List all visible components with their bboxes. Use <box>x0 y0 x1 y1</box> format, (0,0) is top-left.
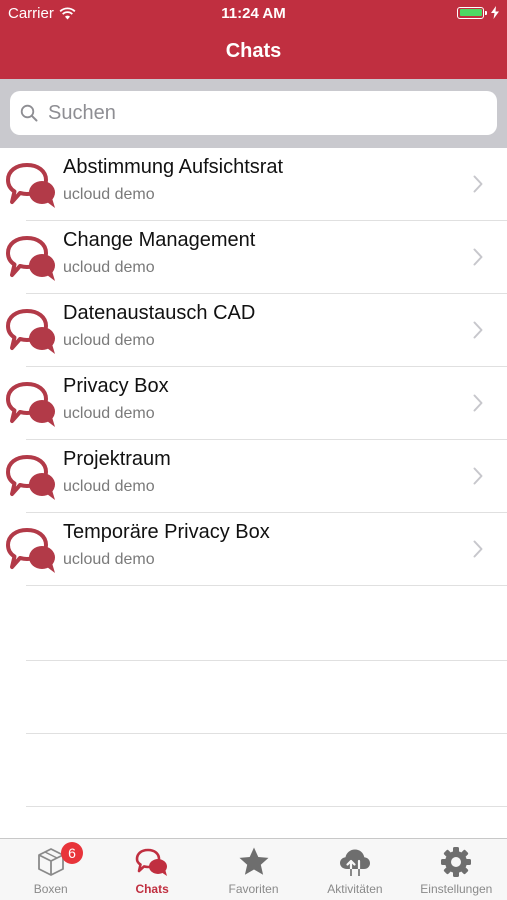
battery-indicator <box>457 6 499 19</box>
tab-label: Boxen <box>33 882 68 896</box>
chat-bubbles-icon <box>6 382 55 427</box>
chat-title: Change Management <box>63 229 256 251</box>
status-time: 11:24 AM <box>221 5 286 22</box>
chat-list-item[interactable]: Projektraum ucloud demo <box>0 440 507 513</box>
battery-icon <box>457 6 487 19</box>
tab-favoriten[interactable]: Favoriten <box>203 839 304 900</box>
empty-row-separator <box>26 660 507 661</box>
empty-row-separator <box>26 806 507 807</box>
chat-icon <box>135 848 168 876</box>
chat-subtitle: ucloud demo <box>63 478 155 495</box>
tab-boxen[interactable]: 6 Boxen <box>0 839 101 900</box>
chat-title: Projektraum <box>63 448 171 470</box>
chat-bubbles-icon <box>6 528 55 573</box>
chat-list-item[interactable]: Datenaustausch CAD ucloud demo <box>0 294 507 367</box>
chat-list-item[interactable]: Change Management ucloud demo <box>0 221 507 294</box>
status-bar: Carrier 11:24 AM <box>0 0 507 28</box>
navigation-header: Carrier 11:24 AM Chats <box>0 0 507 79</box>
chevron-right-icon <box>473 175 483 193</box>
star-icon <box>239 847 269 875</box>
search-icon <box>20 104 38 122</box>
search-bar-container <box>0 79 507 148</box>
chat-bubbles-icon <box>6 455 55 500</box>
tab-bar: 6 Boxen Chats Favoriten Aktivitäten Eins… <box>0 838 507 900</box>
tab-label: Favoriten <box>228 882 279 896</box>
chat-title: Datenaustausch CAD <box>63 302 256 324</box>
chevron-right-icon <box>473 467 483 485</box>
chat-list: Abstimmung Aufsichtsrat ucloud demo Chan… <box>0 148 507 586</box>
chat-list-item[interactable]: Temporäre Privacy Box ucloud demo <box>0 513 507 586</box>
chat-subtitle: ucloud demo <box>63 551 155 568</box>
search-input[interactable] <box>46 100 470 126</box>
chat-subtitle: ucloud demo <box>63 186 155 203</box>
chat-list-item[interactable]: Abstimmung Aufsichtsrat ucloud demo <box>0 148 507 221</box>
chat-title: Privacy Box <box>63 375 169 397</box>
battery-level-fill <box>459 9 482 16</box>
empty-row-separator <box>26 733 507 734</box>
chat-subtitle: ucloud demo <box>63 259 155 276</box>
gear-icon <box>441 847 472 877</box>
tab-aktivitaeten[interactable]: Aktivitäten <box>304 839 405 900</box>
chevron-right-icon <box>473 248 483 266</box>
tab-label: Aktivitäten <box>327 882 383 896</box>
chat-list-item[interactable]: Privacy Box ucloud demo <box>0 367 507 440</box>
chat-subtitle: ucloud demo <box>63 332 155 349</box>
chat-bubbles-icon <box>6 309 55 354</box>
chat-bubbles-icon <box>6 236 55 281</box>
chat-subtitle: ucloud demo <box>63 405 155 422</box>
search-field[interactable] <box>10 91 497 135</box>
chat-title: Temporäre Privacy Box <box>63 521 270 543</box>
chat-bubbles-icon <box>6 163 55 208</box>
chat-title: Abstimmung Aufsichtsrat <box>63 156 284 178</box>
page-title: Chats <box>225 40 282 62</box>
tab-chats[interactable]: Chats <box>101 839 202 900</box>
chevron-right-icon <box>473 540 483 558</box>
chevron-right-icon <box>473 394 483 412</box>
notification-badge: 6 <box>61 842 83 864</box>
tab-label: Chats <box>135 882 169 896</box>
charging-bolt-icon <box>491 6 499 19</box>
chevron-right-icon <box>473 321 483 339</box>
tab-label: Einstellungen <box>420 882 493 896</box>
tab-einstellungen[interactable]: Einstellungen <box>406 839 507 900</box>
cloud-transfer-icon <box>339 849 370 877</box>
